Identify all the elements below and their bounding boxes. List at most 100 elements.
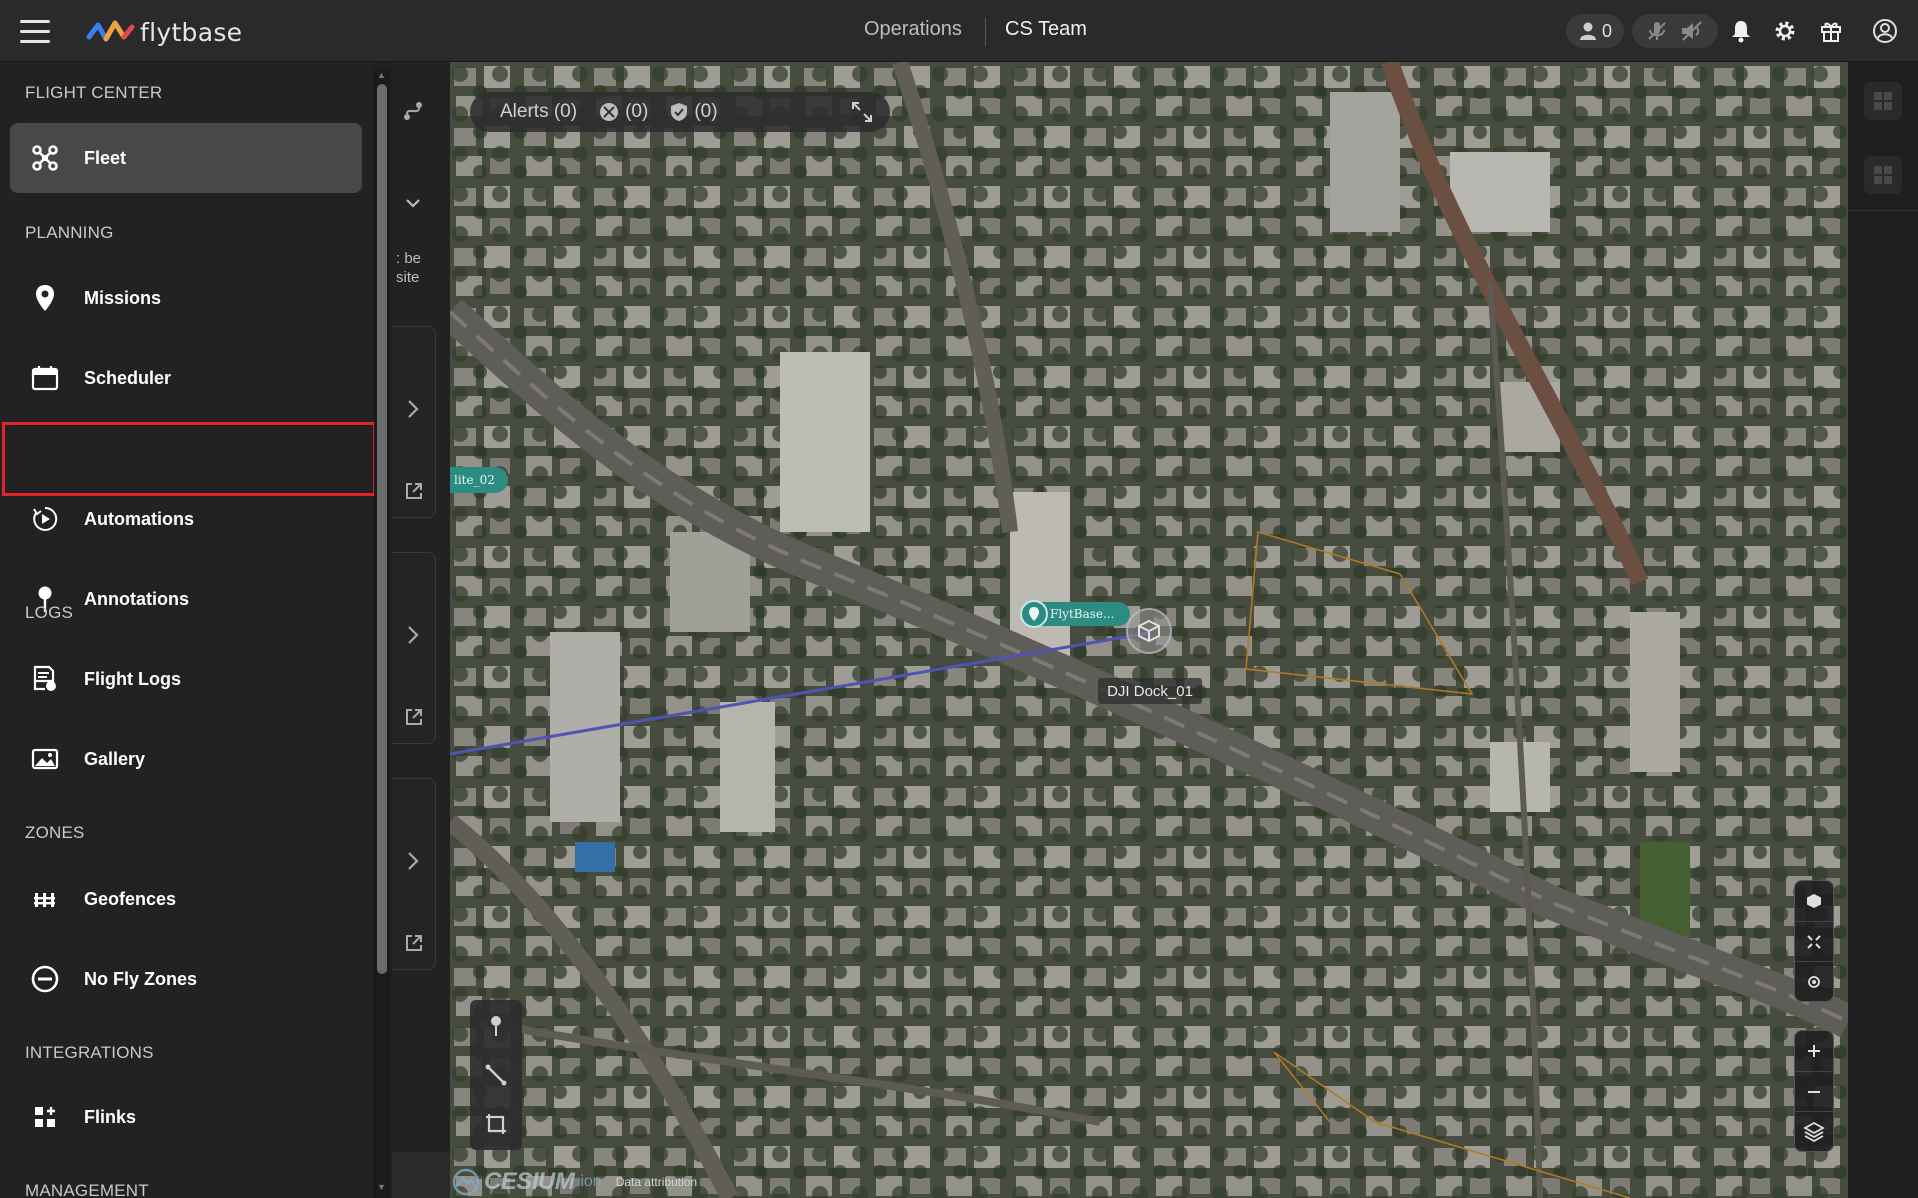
- sidebar-item-label: Missions: [84, 287, 162, 308]
- pushpin-tool-icon[interactable]: [470, 1002, 522, 1050]
- flytbase-logo[interactable]: flytbase: [86, 16, 242, 48]
- site-panel: : be site: [392, 62, 450, 1198]
- line-tool-icon[interactable]: [470, 1051, 522, 1099]
- sidebar-scrollbar-thumb[interactable]: [377, 84, 387, 974]
- panel-partial-text: site: [396, 269, 420, 286]
- chevron-right-icon[interactable]: [406, 851, 420, 871]
- widget-grid-icon[interactable]: [1864, 82, 1902, 120]
- sidebar-item-flight-logs[interactable]: Flight Logs: [10, 644, 362, 714]
- external-link-icon[interactable]: [404, 707, 424, 727]
- sidebar-scrollbar[interactable]: ▲ ▼: [374, 70, 390, 1198]
- scroll-up-icon[interactable]: ▲: [377, 70, 386, 80]
- widget-grid-icon[interactable]: [1864, 156, 1902, 194]
- dock-label[interactable]: DJI Dock_01: [1098, 678, 1202, 704]
- section-heading-logs: LOGS: [25, 603, 74, 622]
- section-heading-zones: ZONES: [25, 823, 85, 842]
- account-avatar-icon[interactable]: [1872, 18, 1898, 44]
- user-icon: [1579, 22, 1596, 40]
- external-link-icon[interactable]: [404, 933, 424, 953]
- dock-marker-icon[interactable]: [1126, 608, 1172, 654]
- map-pin-icon: [30, 283, 60, 313]
- sidebar-item-label: Scheduler: [84, 367, 172, 388]
- section-heading-planning: PLANNING: [25, 223, 114, 242]
- site-card[interactable]: [392, 326, 436, 518]
- audio-controls: [1632, 14, 1718, 48]
- site-card[interactable]: [392, 778, 436, 970]
- scroll-down-icon[interactable]: ▼: [377, 1182, 386, 1192]
- drone-alerts[interactable]: (0): [599, 101, 648, 123]
- sidebar-item-gallery[interactable]: Gallery: [10, 724, 362, 794]
- chevron-down-icon[interactable]: [392, 186, 434, 220]
- no-entry-icon: [30, 964, 60, 994]
- drawing-toolbar: [470, 1000, 522, 1150]
- site-card[interactable]: [392, 552, 436, 744]
- polygon-tool-icon[interactable]: [470, 1100, 522, 1148]
- sidebar-item-flinks[interactable]: Flinks: [10, 1082, 362, 1152]
- bell-icon[interactable]: [1728, 18, 1754, 44]
- speaker-muted-icon[interactable]: [1679, 19, 1705, 43]
- section-heading-integrations: INTEGRATIONS: [25, 1043, 154, 1062]
- cesium-logo-icon: [452, 1168, 480, 1196]
- satellite-map[interactable]: Alerts (0) (0) (0) lite_02 FlytBase... D…: [450, 62, 1848, 1198]
- panel-partial-text: : be: [396, 250, 422, 267]
- logo-text: flytbase: [140, 17, 243, 47]
- fit-view-icon[interactable]: [1795, 921, 1833, 961]
- top-bar: flytbase Operations CS Team 0: [0, 0, 1918, 62]
- site-pin-icon[interactable]: [1020, 600, 1048, 628]
- 3d-view-icon[interactable]: [1795, 881, 1833, 921]
- layers-icon[interactable]: [1795, 1111, 1833, 1151]
- online-users-count: 0: [1601, 20, 1612, 41]
- rail-divider: [1848, 210, 1918, 211]
- online-users-badge[interactable]: 0: [1566, 14, 1624, 48]
- panel-footer: [392, 1152, 450, 1198]
- shield-alerts[interactable]: (0): [670, 101, 718, 123]
- flight-log-icon: [30, 664, 60, 694]
- sidebar-item-no-fly-zones[interactable]: No Fly Zones: [10, 944, 362, 1014]
- zoom-out-icon[interactable]: [1795, 1071, 1833, 1111]
- drone-alert-icon: [600, 103, 619, 121]
- expand-icon[interactable]: [850, 100, 874, 130]
- sidebar-item-annotations[interactable]: Annotations: [10, 564, 362, 634]
- section-heading-flight-center: FLIGHT CENTER: [25, 83, 163, 102]
- external-link-icon[interactable]: [404, 481, 424, 501]
- gift-icon[interactable]: [1818, 18, 1844, 44]
- cesium-ion: ion: [580, 1173, 602, 1190]
- section-heading-management: MANAGEMENT: [25, 1181, 149, 1198]
- sidebar-item-label: Gallery: [84, 748, 146, 769]
- navigation-sidebar: FLIGHT CENTER Fleet PLANNING Missions Sc…: [0, 62, 372, 1198]
- automation-play-icon: [30, 504, 60, 534]
- drone-alerts-count: (0): [625, 101, 649, 122]
- locate-icon[interactable]: [1795, 961, 1833, 1001]
- operations-link[interactable]: Operations: [864, 18, 962, 41]
- sidebar-item-label: No Fly Zones: [84, 968, 198, 989]
- gear-icon[interactable]: [1772, 18, 1798, 44]
- calendar-icon: [30, 363, 60, 393]
- sidebar-item-fleet[interactable]: Fleet: [10, 123, 362, 193]
- sidebar-item-label: Geofences: [84, 888, 177, 909]
- sidebar-item-automations[interactable]: Automations: [10, 484, 362, 554]
- sidebar-item-label: Fleet: [84, 147, 127, 168]
- sidebar-item-label: Automations: [84, 508, 194, 529]
- chevron-right-icon[interactable]: [406, 625, 420, 645]
- alerts-bar[interactable]: Alerts (0) (0) (0): [470, 92, 890, 132]
- site-marker-label[interactable]: lite_02: [450, 467, 508, 493]
- chevron-right-icon[interactable]: [406, 399, 420, 419]
- route-icon[interactable]: [392, 94, 434, 128]
- flytbase-logo-mark: [86, 20, 135, 42]
- hamburger-menu-icon[interactable]: [20, 20, 50, 44]
- view-controls: [1794, 880, 1834, 1002]
- right-rail: [1848, 62, 1918, 1198]
- mic-muted-icon[interactable]: [1645, 19, 1669, 43]
- cesium-brand: CESIUM: [484, 1168, 575, 1195]
- sidebar-item-label: Annotations: [84, 588, 189, 609]
- data-attribution-link[interactable]: Data attribution: [616, 1175, 697, 1189]
- alerts-label: Alerts (0): [500, 101, 578, 122]
- flinks-grid-icon: [30, 1102, 60, 1132]
- team-selector[interactable]: CS Team: [1005, 18, 1087, 41]
- sidebar-item-scheduler[interactable]: Scheduler: [10, 343, 362, 413]
- zoom-in-icon[interactable]: [1795, 1031, 1833, 1071]
- sidebar-item-geofences[interactable]: Geofences: [10, 864, 362, 934]
- sidebar-item-label: Flinks: [84, 1106, 137, 1127]
- sidebar-item-label: Flight Logs: [84, 668, 181, 689]
- sidebar-item-missions[interactable]: Missions: [10, 263, 362, 333]
